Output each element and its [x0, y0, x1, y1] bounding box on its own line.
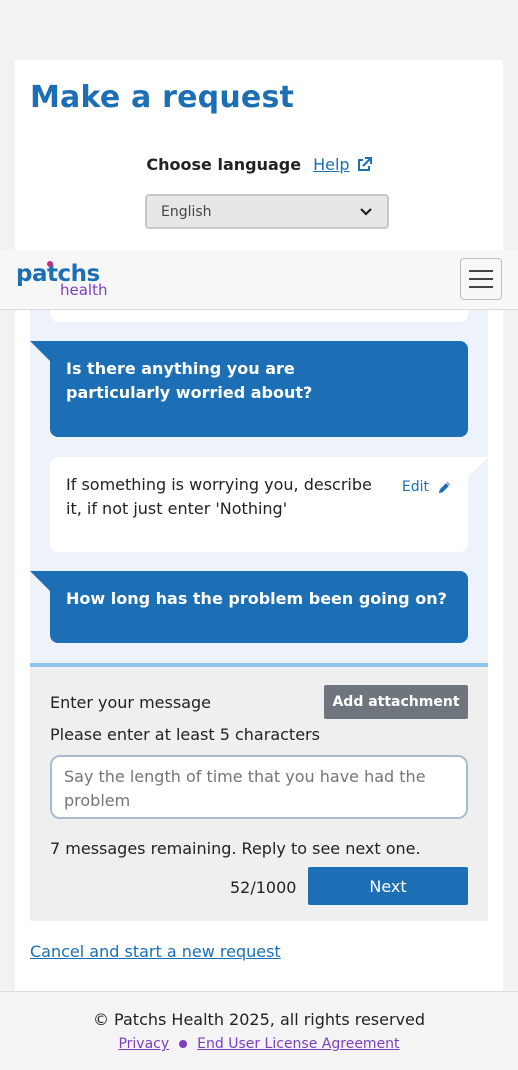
question-bubble: Is there anything you are particularly w…	[50, 341, 468, 437]
messages-remaining-text: 7 messages remaining. Reply to see next …	[50, 839, 421, 858]
patchs-health-logo[interactable]: patchs health	[16, 261, 108, 299]
compose-panel: Enter your message Add attachment Please…	[30, 663, 488, 921]
logo-text-health: health	[60, 281, 108, 299]
question-bubble: How long has the problem been going on?	[50, 571, 468, 643]
edit-label: Edit	[401, 479, 429, 495]
menu-button[interactable]	[460, 258, 502, 300]
footer-links: Privacy End User License Agreement	[0, 1036, 518, 1052]
language-label: Choose language	[146, 155, 302, 174]
help-link-label: Help	[313, 155, 350, 174]
eula-link[interactable]: End User License Agreement	[197, 1036, 399, 1052]
external-link-icon	[357, 156, 372, 171]
language-row: Choose language Help	[0, 155, 518, 174]
menu-icon-bar	[469, 278, 493, 280]
message-input[interactable]	[50, 755, 468, 819]
language-select-value: English	[161, 203, 212, 220]
pencil-icon	[438, 481, 451, 493]
cancel-request-link[interactable]: Cancel and start a new request	[30, 942, 281, 961]
question-text: How long has the problem been going on?	[66, 589, 447, 608]
separator-dot-icon	[179, 1040, 188, 1048]
question-bubble-tail	[30, 341, 50, 361]
answer-bubble: If something is worrying you, describe i…	[50, 457, 468, 552]
answer-text: If something is worrying you, describe i…	[66, 475, 372, 518]
logo-dot-icon	[47, 261, 53, 267]
language-select[interactable]: English	[145, 194, 389, 229]
character-counter: 52/1000	[230, 878, 297, 897]
chevron-down-icon	[360, 207, 372, 216]
privacy-link[interactable]: Privacy	[118, 1036, 169, 1052]
menu-icon-bar	[469, 286, 493, 288]
enter-message-label: Enter your message	[50, 693, 211, 712]
page-title: Make a request	[30, 80, 295, 115]
min-characters-label: Please enter at least 5 characters	[50, 725, 320, 744]
help-link[interactable]: Help	[313, 155, 372, 174]
question-bubble-tail	[30, 571, 50, 591]
copyright-text: © Patchs Health 2025, all rights reserve…	[92, 1010, 426, 1029]
question-text: Is there anything you are particularly w…	[66, 359, 313, 402]
add-attachment-button[interactable]: Add attachment	[324, 685, 468, 719]
menu-icon	[469, 270, 493, 272]
edit-answer-link[interactable]: Edit	[402, 475, 452, 499]
footer: © Patchs Health 2025, all rights reserve…	[0, 991, 518, 1070]
answer-bubble-tail	[468, 457, 488, 477]
next-button[interactable]: Next	[308, 867, 468, 905]
